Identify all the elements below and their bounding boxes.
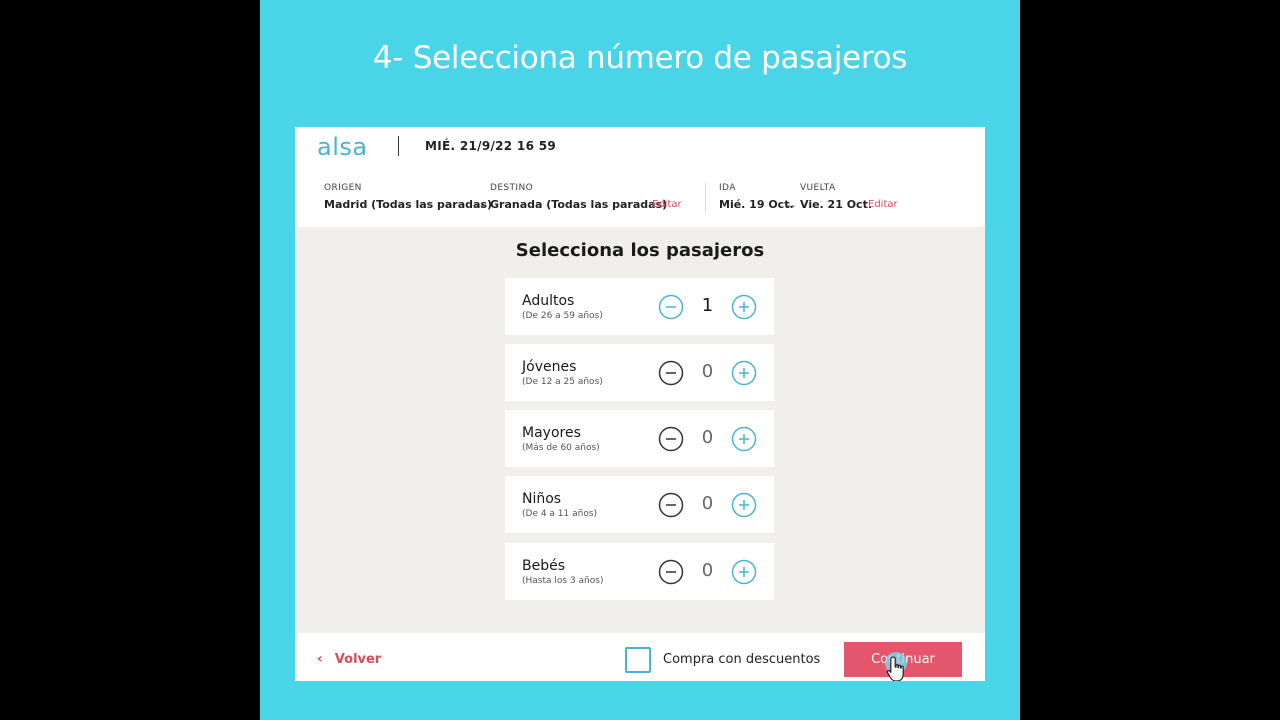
decrease-ninos-button[interactable] (658, 492, 684, 518)
hand-pointer-icon (886, 656, 904, 681)
passenger-count: 0 (701, 427, 714, 448)
chevron-left-icon: ‹ (317, 651, 323, 667)
section-title: Selecciona los pasajeros (515, 240, 765, 261)
plus-circle-icon (731, 559, 757, 585)
destination-label: DESTINO (490, 183, 534, 193)
plus-circle-icon (731, 492, 757, 518)
discount-label: Compra con descuentos (663, 652, 821, 667)
discount-checkbox[interactable] (625, 647, 651, 673)
plus-circle-icon (731, 360, 757, 386)
passenger-type: Adultos (522, 293, 575, 309)
date-separator: -- (787, 199, 795, 212)
passenger-type: Jóvenes (522, 359, 577, 375)
minus-circle-icon (658, 360, 684, 386)
plus-circle-icon (731, 294, 757, 320)
banner-title: 4- Selecciona número de pasajeros (372, 40, 908, 76)
increase-adultos-button[interactable] (731, 294, 757, 320)
edit-route-link[interactable]: Editar (652, 199, 682, 210)
passenger-age-range: (De 4 a 11 años) (522, 509, 598, 519)
back-button[interactable]: ‹ Volver (317, 651, 381, 667)
passenger-row-adultos: Adultos (De 26 a 59 años) 1 (505, 278, 774, 335)
trip-header: alsa MIÉ. 21/9/22 16 59 ORIGEN Madrid (T… (295, 127, 985, 227)
passenger-row-jovenes: Jóvenes (De 12 a 25 años) 0 (505, 344, 774, 401)
edit-dates-link[interactable]: Editar (868, 199, 898, 210)
current-datetime: MIÉ. 21/9/22 16 59 (425, 139, 557, 153)
vuelta-label: VUELTA (800, 183, 836, 193)
route-separator: -- (476, 199, 484, 212)
kiosk-footer: ‹ Volver Compra con descuentos Continuar (295, 633, 985, 681)
origin-value: Madrid (Todas las paradas) (324, 198, 493, 211)
passenger-count: 0 (701, 493, 714, 514)
minus-circle-icon (658, 492, 684, 518)
video-frame: 4- Selecciona número de pasajeros alsa M… (260, 0, 1020, 720)
passenger-age-range: (Más de 60 años) (522, 443, 600, 453)
ida-label: IDA (719, 183, 736, 193)
increase-mayores-button[interactable] (731, 426, 757, 452)
passenger-count: 1 (701, 295, 714, 316)
decrease-mayores-button[interactable] (658, 426, 684, 452)
passenger-age-range: (De 12 a 25 años) (522, 377, 603, 387)
passenger-type: Niños (522, 491, 562, 507)
passenger-type: Bebés (522, 558, 566, 574)
passenger-count: 0 (701, 560, 714, 581)
minus-circle-icon (658, 559, 684, 585)
passenger-age-range: (De 26 a 59 años) (522, 311, 603, 321)
destination-value: Granada (Todas las paradas) (490, 198, 668, 211)
increase-ninos-button[interactable] (731, 492, 757, 518)
alsa-logo: alsa (317, 133, 368, 161)
origin-label: ORIGEN (324, 183, 362, 193)
decrease-jovenes-button[interactable] (658, 360, 684, 386)
passenger-row-bebes: Bebés (Hasta los 3 años) 0 (505, 543, 774, 600)
decrease-adultos-button[interactable] (658, 294, 684, 320)
logo-divider (398, 136, 399, 156)
increase-jovenes-button[interactable] (731, 360, 757, 386)
passenger-age-range: (Hasta los 3 años) (522, 576, 604, 586)
ida-value: Mié. 19 Oct. (719, 198, 794, 211)
passenger-type: Mayores (522, 425, 581, 441)
passenger-row-ninos: Niños (De 4 a 11 años) 0 (505, 476, 774, 533)
minus-circle-icon (658, 426, 684, 452)
back-label: Volver (334, 651, 382, 667)
kiosk-screen: alsa MIÉ. 21/9/22 16 59 ORIGEN Madrid (T… (295, 127, 985, 681)
minus-circle-icon (658, 294, 684, 320)
plus-circle-icon (731, 426, 757, 452)
vuelta-value: Vie. 21 Oct. (800, 198, 873, 211)
passenger-row-mayores: Mayores (Más de 60 años) 0 (505, 410, 774, 467)
passenger-count: 0 (701, 361, 714, 382)
header-divider (705, 183, 706, 213)
increase-bebes-button[interactable] (731, 559, 757, 585)
decrease-bebes-button[interactable] (658, 559, 684, 585)
